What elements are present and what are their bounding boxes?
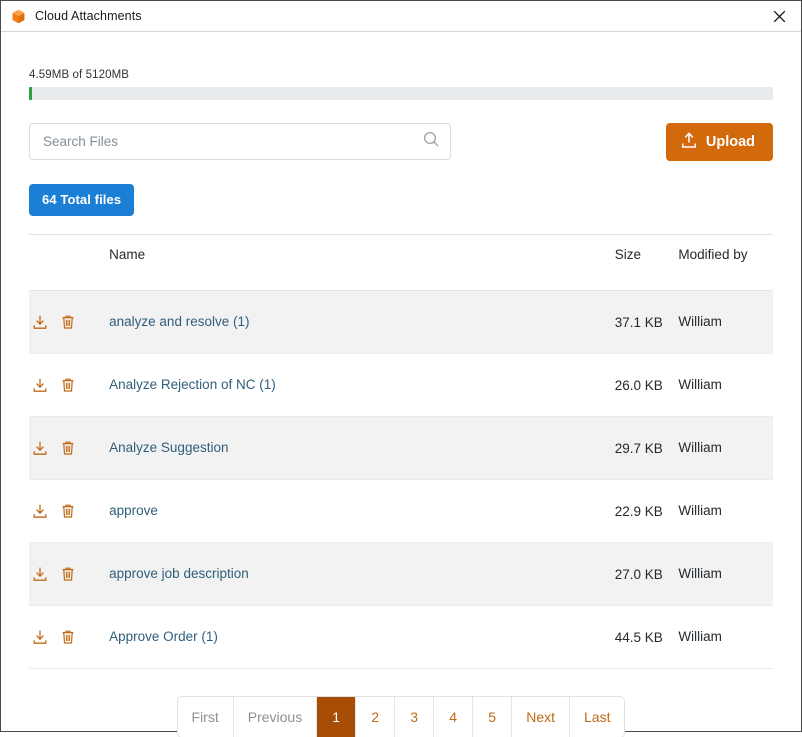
file-size: 44.5 KB — [615, 606, 679, 669]
storage-progress-bar — [29, 87, 773, 100]
pagination-previous[interactable]: Previous — [234, 697, 317, 737]
search-input[interactable] — [29, 123, 451, 160]
storage-progress-fill — [29, 87, 32, 100]
table-row[interactable]: approve22.9 KBWilliam — [29, 480, 773, 543]
upload-icon — [681, 132, 697, 153]
table-row[interactable]: analyze and resolve (1)37.1 KBWilliam — [29, 291, 773, 354]
total-files-badge[interactable]: 64 Total files — [29, 184, 134, 216]
cube-icon — [10, 8, 27, 25]
file-modified-by: William — [678, 354, 773, 417]
file-size: 29.7 KB — [615, 417, 679, 480]
file-modified-by: William — [678, 291, 773, 354]
pagination-page-5[interactable]: 5 — [473, 697, 512, 737]
storage-usage-label: 4.59MB of 5120MB — [29, 69, 773, 81]
badge-row: 64 Total files — [29, 184, 773, 216]
trash-icon[interactable] — [57, 626, 79, 648]
file-size: 22.9 KB — [615, 480, 679, 543]
pagination-page-1[interactable]: 1 — [317, 697, 356, 737]
file-name[interactable]: analyze and resolve (1) — [109, 291, 615, 354]
search-field-wrapper — [29, 123, 451, 160]
table-header-row: Name Size Modified by — [29, 235, 773, 291]
column-header-name: Name — [109, 235, 615, 291]
pagination-page-4[interactable]: 4 — [434, 697, 473, 737]
download-icon[interactable] — [29, 437, 51, 459]
dialog-content: 4.59MB of 5120MB — [1, 32, 801, 737]
upload-button[interactable]: Upload — [666, 123, 773, 161]
row-actions — [29, 291, 109, 354]
pagination-wrapper: FirstPrevious12345NextLast — [29, 697, 773, 737]
file-size: 26.0 KB — [615, 354, 679, 417]
column-header-actions — [29, 235, 109, 291]
file-name[interactable]: approve job description — [109, 543, 615, 606]
table-row[interactable]: Approve Order (1)44.5 KBWilliam — [29, 606, 773, 669]
column-header-size: Size — [615, 235, 679, 291]
pagination: FirstPrevious12345NextLast — [178, 697, 625, 737]
file-modified-by: William — [678, 480, 773, 543]
download-icon[interactable] — [29, 500, 51, 522]
title-bar: Cloud Attachments — [1, 1, 801, 32]
file-modified-by: William — [678, 417, 773, 480]
toolbar: Upload — [29, 123, 773, 161]
trash-icon[interactable] — [57, 437, 79, 459]
row-actions — [29, 543, 109, 606]
pagination-page-3[interactable]: 3 — [395, 697, 434, 737]
upload-button-label: Upload — [706, 134, 755, 150]
cloud-attachments-window: Cloud Attachments 4.59MB of 5120MB — [0, 0, 802, 732]
trash-icon[interactable] — [57, 563, 79, 585]
trash-icon[interactable] — [57, 311, 79, 333]
file-modified-by: William — [678, 606, 773, 669]
file-name[interactable]: Analyze Rejection of NC (1) — [109, 354, 615, 417]
trash-icon[interactable] — [57, 374, 79, 396]
file-name[interactable]: Approve Order (1) — [109, 606, 615, 669]
pagination-next[interactable]: Next — [512, 697, 570, 737]
pagination-page-2[interactable]: 2 — [356, 697, 395, 737]
table-row[interactable]: Analyze Suggestion29.7 KBWilliam — [29, 417, 773, 480]
table-row[interactable]: Analyze Rejection of NC (1)26.0 KBWillia… — [29, 354, 773, 417]
files-table: Name Size Modified by analyze and resolv… — [29, 234, 773, 669]
column-header-modified-by: Modified by — [678, 235, 773, 291]
files-table-head: Name Size Modified by — [29, 235, 773, 291]
download-icon[interactable] — [29, 563, 51, 585]
trash-icon[interactable] — [57, 500, 79, 522]
window-title: Cloud Attachments — [35, 9, 142, 23]
table-row[interactable]: approve job description27.0 KBWilliam — [29, 543, 773, 606]
row-actions — [29, 354, 109, 417]
download-icon[interactable] — [29, 626, 51, 648]
close-icon[interactable] — [757, 1, 801, 31]
file-size: 27.0 KB — [615, 543, 679, 606]
pagination-first[interactable]: First — [178, 697, 234, 737]
row-actions — [29, 417, 109, 480]
download-icon[interactable] — [29, 311, 51, 333]
files-table-body: analyze and resolve (1)37.1 KBWilliamAna… — [29, 291, 773, 669]
row-actions — [29, 480, 109, 543]
download-icon[interactable] — [29, 374, 51, 396]
file-size: 37.1 KB — [615, 291, 679, 354]
file-modified-by: William — [678, 543, 773, 606]
pagination-last[interactable]: Last — [570, 697, 624, 737]
file-name[interactable]: approve — [109, 480, 615, 543]
row-actions — [29, 606, 109, 669]
file-name[interactable]: Analyze Suggestion — [109, 417, 615, 480]
